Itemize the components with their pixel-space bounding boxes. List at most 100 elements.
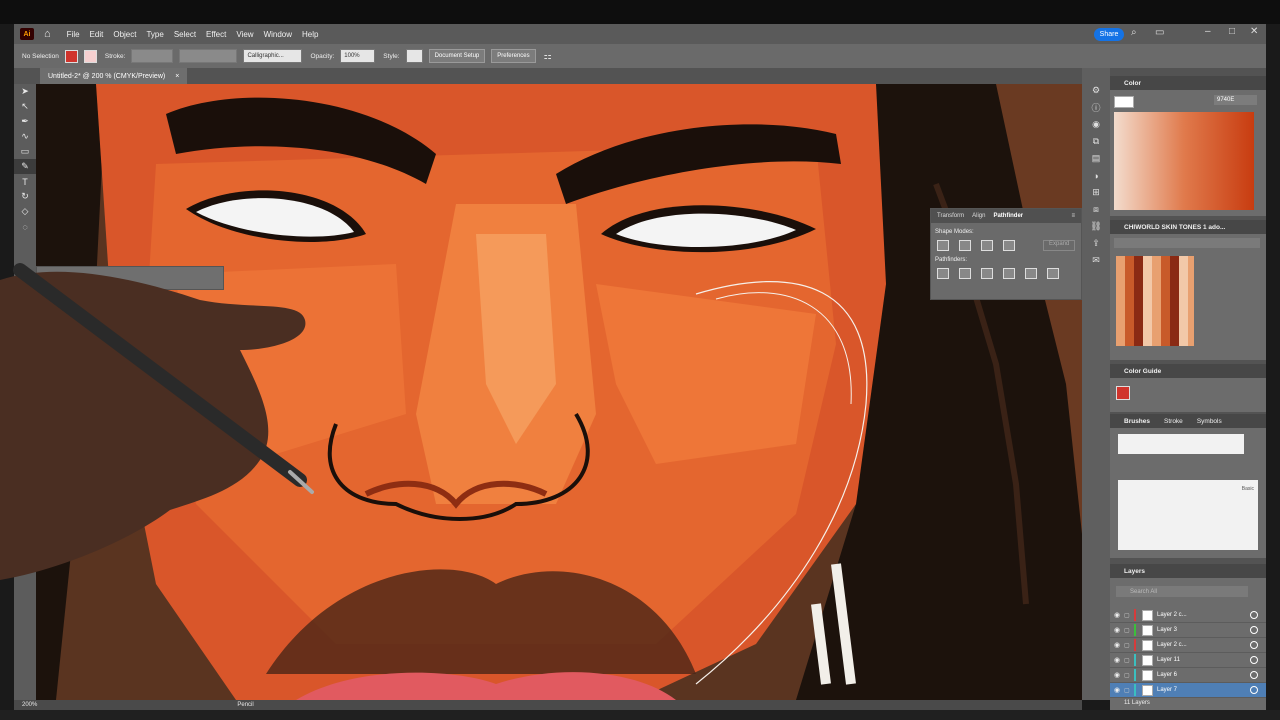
layer-row[interactable]: ◉ ▢ Layer 11 xyxy=(1110,653,1266,668)
layer-row[interactable]: ◉ ▢ Layer 2 c... xyxy=(1110,638,1266,653)
layer-row[interactable]: ◉ ▢ Layer 6 xyxy=(1110,668,1266,683)
color-spectrum[interactable] xyxy=(1114,112,1254,210)
target-icon[interactable] xyxy=(1250,641,1258,649)
close-tab-icon[interactable]: × xyxy=(175,73,179,80)
menu-effect[interactable]: Effect xyxy=(206,30,226,39)
search-icon[interactable]: ⌕ xyxy=(1131,27,1137,38)
target-icon[interactable] xyxy=(1250,626,1258,634)
layers-panel-header[interactable]: Layers xyxy=(1110,564,1266,578)
transform-icon[interactable]: ⧉ xyxy=(1082,133,1110,150)
swatch-library-header[interactable]: CHIWORLD SKIN TONES 1 ado... xyxy=(1110,220,1266,234)
target-icon[interactable] xyxy=(1250,611,1258,619)
menu-view[interactable]: View xyxy=(236,30,253,39)
pencil-tool-icon[interactable]: ✎ xyxy=(14,159,36,174)
links-icon[interactable]: ⛓ xyxy=(1082,218,1110,235)
direct-selection-tool-icon[interactable]: ↖ xyxy=(14,99,36,114)
lock-icon[interactable]: ▢ xyxy=(1124,627,1134,634)
settings-icon[interactable]: ⚙ xyxy=(1082,82,1110,99)
menu-file[interactable]: File xyxy=(67,30,80,39)
eye-icon[interactable]: ◉ xyxy=(1114,626,1124,634)
lock-icon[interactable]: ▢ xyxy=(1124,672,1134,679)
trim-icon[interactable] xyxy=(959,268,971,279)
stroke-swatch[interactable] xyxy=(83,49,97,63)
type-tool-icon[interactable]: T xyxy=(14,174,36,189)
eye-icon[interactable]: ◉ xyxy=(1114,686,1124,694)
style-swatch[interactable] xyxy=(405,49,423,63)
opacity-field[interactable]: 100% xyxy=(340,49,376,63)
workspace-icon[interactable]: ▭ xyxy=(1155,27,1164,38)
color-guide-header[interactable]: Color Guide xyxy=(1110,364,1266,378)
brush-presets[interactable] xyxy=(1118,434,1244,454)
outline-icon[interactable] xyxy=(1025,268,1037,279)
panel-menu-icon[interactable]: ≡ xyxy=(1071,213,1075,219)
layers-search-input[interactable]: Search All xyxy=(1116,586,1248,597)
variable-width-field[interactable] xyxy=(179,49,238,63)
export-icon[interactable]: ⇪ xyxy=(1082,235,1110,252)
crop-icon[interactable] xyxy=(1003,268,1015,279)
minus-front-icon[interactable] xyxy=(959,240,971,251)
document-setup-button[interactable]: Document Setup xyxy=(428,49,486,63)
rectangle-tool-icon[interactable]: ▭ xyxy=(14,144,36,159)
fill-stroke-indicator[interactable] xyxy=(1114,96,1134,108)
document-tab[interactable]: Untitled-2* @ 200 % (CMYK/Preview) × xyxy=(40,68,188,84)
skin-tone-swatches[interactable] xyxy=(1116,256,1194,346)
color-panel-header[interactable]: Color xyxy=(1110,76,1266,90)
tab-brushes[interactable]: Brushes xyxy=(1124,418,1150,425)
preferences-button[interactable]: Preferences xyxy=(491,49,536,63)
info-icon[interactable]: ⓘ xyxy=(1082,99,1110,116)
hex-field[interactable]: 9740E xyxy=(1214,95,1257,105)
menu-edit[interactable]: Edit xyxy=(90,30,104,39)
tab-stroke[interactable]: Stroke xyxy=(1164,418,1183,425)
brush-strokes-list[interactable]: Basic xyxy=(1118,480,1258,550)
layer-row-selected[interactable]: ◉ ▢ Layer 7 xyxy=(1110,683,1266,698)
eraser-tool-icon[interactable]: ◇ xyxy=(14,204,36,219)
eye-icon[interactable]: ◉ xyxy=(1114,656,1124,664)
merge-icon[interactable] xyxy=(981,268,993,279)
transparency-icon[interactable]: ◑ xyxy=(1082,167,1110,184)
tab-transform[interactable]: Transform xyxy=(937,213,964,219)
minus-back-icon[interactable] xyxy=(1047,268,1059,279)
align-icon[interactable]: ⊞ xyxy=(1082,184,1110,201)
intersect-icon[interactable] xyxy=(981,240,993,251)
tab-symbols[interactable]: Symbols xyxy=(1197,418,1222,425)
layer-row[interactable]: ◉ ▢ Layer 2 c... xyxy=(1110,608,1266,623)
share-button[interactable]: Share xyxy=(1094,28,1124,41)
lock-icon[interactable]: ▢ xyxy=(1124,657,1134,664)
comments-icon[interactable]: ✉ xyxy=(1082,252,1110,269)
lock-icon[interactable]: ▢ xyxy=(1124,642,1134,649)
arrange-icon[interactable]: ⚏ xyxy=(544,51,552,62)
menu-select[interactable]: Select xyxy=(174,30,196,39)
exclude-icon[interactable] xyxy=(1003,240,1015,251)
selection-tool-icon[interactable]: ➤ xyxy=(14,84,36,99)
lock-icon[interactable]: ▢ xyxy=(1124,612,1134,619)
expand-button[interactable]: Expand xyxy=(1043,240,1076,251)
target-icon[interactable] xyxy=(1250,656,1258,664)
home-icon[interactable]: ⌂ xyxy=(44,28,51,40)
menu-window[interactable]: Window xyxy=(264,30,292,39)
divide-icon[interactable] xyxy=(937,268,949,279)
eye-icon[interactable]: ◉ xyxy=(1114,641,1124,649)
target-icon[interactable] xyxy=(1250,671,1258,679)
eye-icon[interactable]: ◉ xyxy=(1114,671,1124,679)
pathfinder-icon[interactable]: ⧈ xyxy=(1082,201,1110,218)
rotate-tool-icon[interactable]: ↻ xyxy=(14,189,36,204)
tab-pathfinder[interactable]: Pathfinder xyxy=(993,213,1023,219)
lock-icon[interactable]: ▢ xyxy=(1124,687,1134,694)
menu-help[interactable]: Help xyxy=(302,30,318,39)
color-guide-base[interactable] xyxy=(1116,386,1130,400)
unite-icon[interactable] xyxy=(937,240,949,251)
close-window-icon[interactable]: ✕ xyxy=(1250,26,1258,37)
curvature-tool-icon[interactable]: ∿ xyxy=(14,129,36,144)
stroke-weight-field[interactable] xyxy=(131,49,174,63)
maximize-icon[interactable]: □ xyxy=(1229,26,1235,37)
gradient-icon[interactable]: ▤ xyxy=(1082,150,1110,167)
brush-definition-field[interactable]: Calligraphic... xyxy=(243,49,303,63)
eye-icon[interactable]: ◉ xyxy=(1114,611,1124,619)
lasso-tool-icon[interactable]: ◌ xyxy=(14,219,36,234)
menu-type[interactable]: Type xyxy=(146,30,163,39)
layer-row[interactable]: ◉ ▢ Layer 3 xyxy=(1110,623,1266,638)
target-icon[interactable] xyxy=(1250,686,1258,694)
minimize-icon[interactable]: – xyxy=(1205,26,1211,37)
fill-swatch[interactable] xyxy=(64,49,78,63)
zoom-level[interactable]: 200% xyxy=(22,702,37,708)
